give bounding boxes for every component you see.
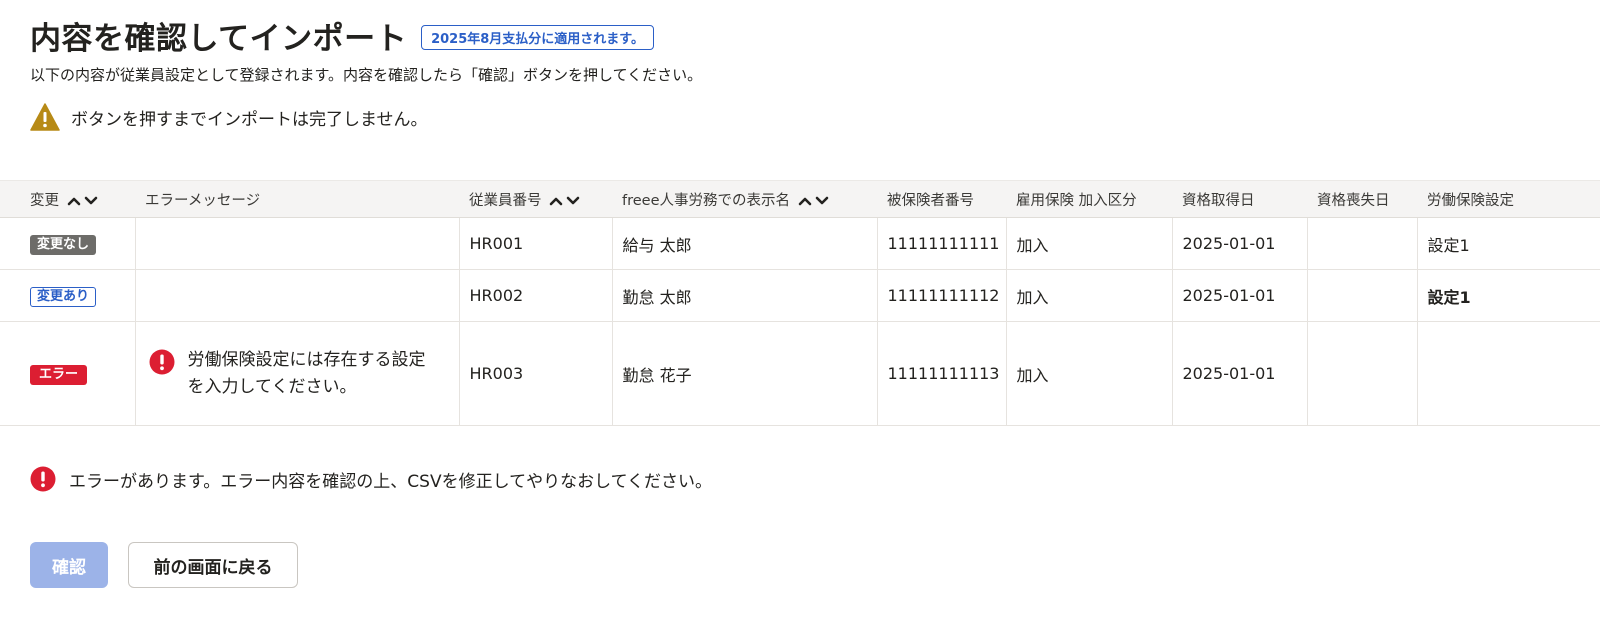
column-header-error-message: エラーメッセージ: [135, 180, 459, 218]
title-row: 内容を確認してインポート 2025年8月支払分に適用されます。: [30, 14, 1570, 57]
sort-ascending-icon[interactable]: [549, 196, 563, 206]
column-header-acquired-date: 資格取得日: [1172, 180, 1307, 218]
status-badge-error: エラー: [30, 364, 88, 385]
column-header-change: 変更: [0, 180, 135, 218]
import-error-notice: エラーがあります。エラー内容を確認の上、CSVを修正してやりなおしてください。: [30, 466, 712, 492]
cell-acquired-date: 2025-01-01: [1172, 321, 1308, 426]
cell-display-name: 勤怠 花子: [612, 321, 878, 426]
back-button[interactable]: 前の画面に戻る: [128, 542, 298, 588]
cell-lost-date: [1307, 269, 1418, 322]
cell-employee-no: HR001: [459, 217, 613, 270]
row-error-text: 労働保険設定には存在する設定を入力してください。: [187, 349, 426, 397]
table-row: 変更なし HR001 給与 太郎 11111111111 加入 2025-01-…: [0, 217, 1600, 270]
warning-triangle-icon: [30, 103, 60, 131]
status-badge-no-change: 変更なし: [30, 234, 97, 255]
column-header-label: freee人事労務での表示名: [622, 192, 791, 209]
cell-status: エラー: [0, 321, 136, 426]
column-header-label: 雇用保険 加入区分: [1016, 192, 1137, 209]
action-buttons: 確認 前の画面に戻る: [30, 542, 298, 588]
sort-descending-icon[interactable]: [815, 196, 829, 206]
page-description: 以下の内容が従業員設定として登録されます。内容を確認したら「確認」ボタンを押して…: [30, 66, 703, 84]
cell-lost-date: [1307, 217, 1418, 270]
cell-insured-no: 11111111112: [877, 269, 1007, 322]
apply-period-badge: 2025年8月支払分に適用されます。: [421, 24, 655, 50]
page-title: 内容を確認してインポート: [30, 20, 408, 57]
import-preview-table: 変更 エラーメッセージ 従業員番号 freee人事労務での表示名 被保険者番号 …: [0, 180, 1600, 426]
cell-labor-insurance: 設定1: [1417, 217, 1600, 270]
cell-display-name: 勤怠 太郎: [612, 269, 878, 322]
column-header-insured-no: 被保険者番号: [877, 180, 1006, 218]
status-badge-changed: 変更あり: [30, 286, 97, 307]
column-header-label: 資格取得日: [1182, 192, 1255, 209]
sort-ascending-icon[interactable]: [798, 196, 812, 206]
sort-controls: [798, 196, 829, 206]
sort-ascending-icon[interactable]: [67, 196, 81, 206]
import-error-text: エラーがあります。エラー内容を確認の上、CSVを修正してやりなおしてください。: [69, 471, 713, 492]
cell-employment-insurance: 加入: [1006, 269, 1173, 322]
cell-error-message: [135, 217, 460, 270]
error-circle-icon: [149, 349, 174, 374]
cell-employment-insurance: 加入: [1006, 217, 1173, 270]
sort-controls: [549, 196, 580, 206]
error-circle-icon: [30, 466, 56, 492]
page-header: 内容を確認してインポート 2025年8月支払分に適用されます。 以下の内容が従業…: [30, 14, 1570, 85]
table-row: 変更あり HR002 勤怠 太郎 11111111112 加入 2025-01-…: [0, 269, 1600, 322]
cell-status: 変更なし: [0, 217, 136, 270]
sort-descending-icon[interactable]: [84, 196, 98, 206]
import-warning: ボタンを押すまでインポートは完了しません。: [30, 103, 428, 131]
cell-employee-no: HR002: [459, 269, 613, 322]
column-header-label: 被保険者番号: [887, 192, 974, 209]
cell-error-message: [135, 269, 460, 322]
cell-acquired-date: 2025-01-01: [1172, 269, 1308, 322]
column-header-label: エラーメッセージ: [145, 192, 261, 209]
cell-labor-insurance: [1417, 321, 1600, 426]
cell-display-name: 給与 太郎: [612, 217, 878, 270]
sort-controls: [67, 196, 98, 206]
sort-descending-icon[interactable]: [566, 196, 580, 206]
cell-error-message: 労働保険設定には存在する設定を入力してください。: [135, 321, 460, 426]
cell-acquired-date: 2025-01-01: [1172, 217, 1308, 270]
row-error-message: 労働保険設定には存在する設定を入力してください。: [146, 347, 459, 401]
column-header-lost-date: 資格喪失日: [1307, 180, 1417, 218]
cell-status: 変更あり: [0, 269, 136, 322]
column-header-display-name: freee人事労務での表示名: [612, 180, 877, 218]
cell-insured-no: 11111111113: [877, 321, 1007, 426]
column-header-label: 労働保険設定: [1427, 192, 1514, 209]
column-header-labor-insurance: 労働保険設定: [1417, 180, 1600, 218]
cell-labor-insurance-changed: 設定1: [1417, 269, 1600, 322]
warning-text: ボタンを押すまでインポートは完了しません。: [71, 109, 428, 130]
column-header-label: 変更: [30, 192, 59, 209]
table-row: エラー 労働保険設定には存在する設定を入力してください。 HR003 勤怠 花子…: [0, 321, 1600, 426]
cell-insured-no: 11111111111: [877, 217, 1007, 270]
column-header-employee-no: 従業員番号: [459, 180, 612, 218]
column-header-employment-insurance: 雇用保険 加入区分: [1006, 180, 1172, 218]
cell-employment-insurance: 加入: [1006, 321, 1173, 426]
cell-lost-date: [1307, 321, 1418, 426]
column-header-label: 資格喪失日: [1317, 192, 1390, 209]
table-header-row: 変更 エラーメッセージ 従業員番号 freee人事労務での表示名 被保険者番号 …: [0, 180, 1600, 218]
column-header-label: 従業員番号: [469, 192, 542, 209]
confirm-button[interactable]: 確認: [30, 542, 108, 588]
cell-employee-no: HR003: [459, 321, 613, 426]
